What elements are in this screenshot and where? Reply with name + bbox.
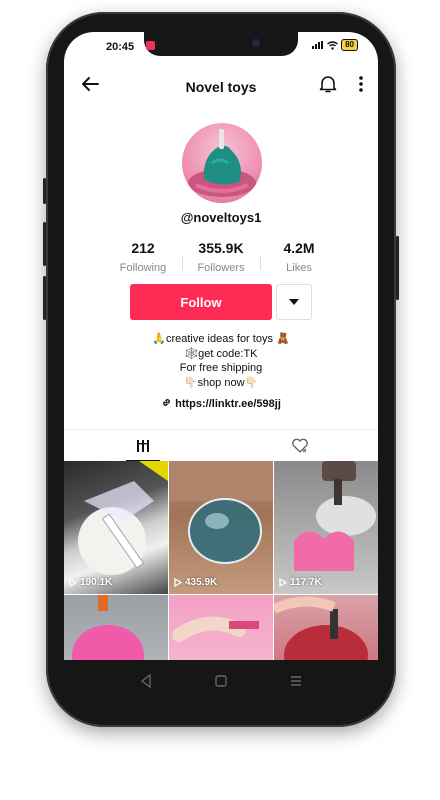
status-time: 20:45 bbox=[106, 41, 135, 53]
bio-line: 🕸️get code:TK bbox=[184, 347, 258, 360]
stat-value: 4.2M bbox=[283, 240, 315, 256]
caret-down-icon bbox=[289, 299, 299, 305]
stat-followers[interactable]: 355.9K Followers bbox=[186, 240, 256, 274]
thumbnail-art bbox=[169, 461, 273, 564]
bio-line: 🙏creative ideas for toys 🧸 bbox=[152, 333, 290, 345]
notification-app-icon bbox=[146, 41, 155, 50]
follow-button[interactable]: Follow bbox=[130, 284, 272, 320]
view-count: 435.9K bbox=[174, 577, 217, 588]
avatar-image bbox=[188, 129, 256, 197]
wifi-icon bbox=[327, 40, 339, 50]
suggested-accounts-button[interactable] bbox=[276, 284, 312, 320]
stat-label: Following bbox=[119, 262, 167, 274]
video-thumbnail[interactable]: 435.9K bbox=[169, 461, 273, 594]
stat-likes: 4.2M Likes bbox=[264, 240, 334, 274]
stat-divider bbox=[259, 256, 261, 270]
link-icon bbox=[163, 399, 171, 406]
profile-bio: 🙏creative ideas for toys 🧸 🕸️get code:TK… bbox=[64, 332, 378, 390]
stat-label: Followers bbox=[197, 262, 245, 274]
view-count-text: 435.9K bbox=[185, 577, 218, 588]
play-icon bbox=[279, 578, 287, 587]
nav-menu-icon[interactable] bbox=[290, 674, 302, 688]
thumbnail-art bbox=[78, 461, 168, 575]
view-count-text: 190.1K bbox=[80, 577, 113, 588]
video-thumbnail[interactable]: 190.1K bbox=[64, 461, 168, 594]
android-nav-bar bbox=[64, 660, 378, 704]
view-count: 190.1K bbox=[69, 577, 112, 588]
nav-home-icon[interactable] bbox=[215, 674, 227, 688]
bio-link[interactable]: https://linktr.ee/598jj bbox=[64, 397, 378, 410]
phone-volume-down bbox=[43, 276, 46, 320]
tab-videos[interactable] bbox=[64, 430, 221, 462]
stat-value: 355.9K bbox=[198, 240, 244, 256]
profile-stats: 212 Following 355.9K Followers 4.2M Like… bbox=[108, 240, 334, 274]
bio-line: For free shipping bbox=[179, 362, 263, 374]
bio-line: 👇🏻shop now👇🏻 bbox=[183, 376, 259, 389]
stat-following[interactable]: 212 Following bbox=[108, 240, 178, 274]
phone-side-button bbox=[43, 178, 46, 204]
phone-volume-up bbox=[43, 222, 46, 266]
grid-icon bbox=[136, 440, 149, 452]
stat-label: Likes bbox=[286, 262, 312, 274]
play-icon bbox=[174, 578, 182, 587]
profile-username: @noveltoys1 bbox=[180, 210, 262, 225]
profile-tabs bbox=[64, 429, 378, 462]
tab-liked[interactable] bbox=[221, 430, 378, 462]
nav-back-icon[interactable] bbox=[140, 674, 152, 688]
liked-heart-icon bbox=[291, 438, 308, 453]
video-thumbnail[interactable]: 117.7K bbox=[274, 461, 378, 594]
thumbnail-art bbox=[294, 461, 376, 571]
signal-icon bbox=[312, 41, 324, 49]
stat-divider bbox=[181, 256, 183, 270]
view-count: 117.7K bbox=[279, 577, 322, 588]
avatar[interactable] bbox=[182, 123, 262, 203]
bell-icon[interactable] bbox=[318, 74, 338, 94]
battery-icon: 80 bbox=[341, 39, 358, 51]
phone-power-button bbox=[396, 236, 399, 300]
status-icons: 80 bbox=[312, 39, 358, 51]
status-bar: 20:45 80 bbox=[64, 32, 378, 58]
profile-header: Novel toys bbox=[64, 70, 378, 100]
play-icon bbox=[69, 578, 77, 587]
more-options-icon[interactable] bbox=[358, 74, 364, 94]
view-count-text: 117.7K bbox=[290, 577, 322, 588]
app-screen: 20:45 80 Novel toys @noveltoys1 212 Foll… bbox=[64, 32, 378, 704]
stat-value: 212 bbox=[131, 240, 155, 256]
bio-link-text: https://linktr.ee/598jj bbox=[175, 398, 281, 410]
